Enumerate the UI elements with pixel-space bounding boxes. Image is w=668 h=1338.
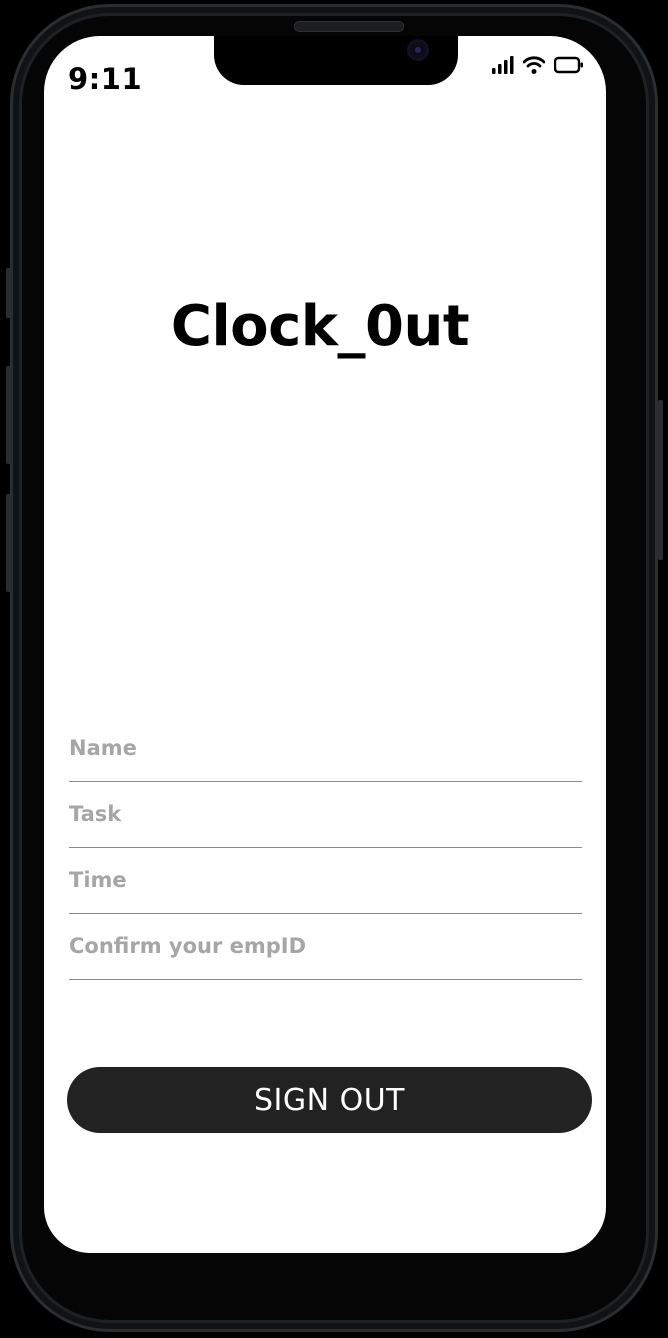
name-input[interactable] xyxy=(69,736,582,760)
volume-up-button xyxy=(6,366,12,464)
silent-switch xyxy=(6,268,12,318)
notch xyxy=(214,36,458,85)
screen: 9:11 Clock_0ut SIGN OUT xyxy=(44,36,606,1253)
app-title: Clock_0ut xyxy=(170,294,470,359)
front-camera-icon xyxy=(407,39,429,61)
status-icons xyxy=(492,56,584,74)
cellular-signal-icon xyxy=(492,56,514,74)
volume-down-button xyxy=(6,494,12,592)
time-input[interactable] xyxy=(69,868,582,892)
task-field[interactable] xyxy=(69,788,582,848)
task-input[interactable] xyxy=(69,802,582,826)
empid-input[interactable] xyxy=(69,934,582,958)
power-button xyxy=(658,400,663,560)
status-time: 9:11 xyxy=(68,62,143,96)
earpiece-speaker xyxy=(294,21,404,32)
empid-field[interactable] xyxy=(69,920,582,980)
wifi-icon xyxy=(523,56,545,74)
sign-out-button[interactable]: SIGN OUT xyxy=(67,1067,592,1133)
name-field[interactable] xyxy=(69,722,582,782)
time-field[interactable] xyxy=(69,854,582,914)
battery-icon xyxy=(554,56,583,74)
